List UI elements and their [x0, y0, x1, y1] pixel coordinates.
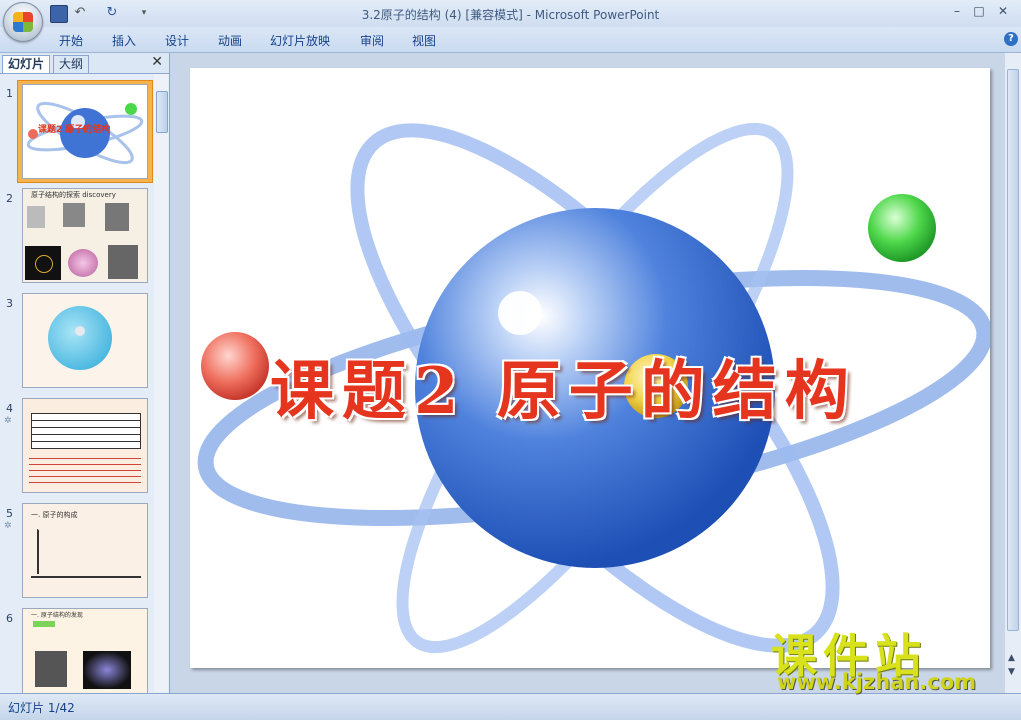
galaxy-image	[83, 651, 131, 689]
data-table-graphic	[31, 413, 141, 449]
plum-pudding-image	[68, 249, 98, 277]
tab-review[interactable]: 审阅	[360, 32, 384, 49]
slide-thumbnail-1[interactable]: 课题2 原子的结构	[22, 84, 148, 179]
tab-design[interactable]: 设计	[165, 32, 189, 49]
tab-slideshow[interactable]: 幻灯片放映	[270, 32, 330, 49]
office-logo-icon	[13, 12, 33, 32]
title-bar: ↶ ↻ ▾ 3.2原子的结构 (4) [兼容模式] - Microsoft Po…	[0, 0, 1021, 27]
close-button[interactable]: ✕	[992, 3, 1014, 19]
portrait-image	[35, 651, 67, 687]
text-lines-graphic	[31, 576, 141, 578]
tab-outline[interactable]: 大纲	[53, 55, 90, 73]
slide-number: 1	[6, 87, 13, 100]
slide-thumbnail-4[interactable]	[22, 398, 148, 493]
portrait-image	[27, 206, 45, 228]
tab-insert[interactable]: 插入	[112, 32, 136, 49]
diagram-graphic	[37, 529, 129, 574]
slide-number: 4	[6, 402, 13, 415]
watermark-url: www.kjzhan.com	[777, 670, 977, 694]
pane-scrollbar[interactable]	[154, 74, 168, 692]
tab-home[interactable]: 开始	[59, 32, 83, 49]
portrait-image	[108, 245, 138, 279]
minimize-button[interactable]: –	[946, 3, 968, 19]
thumbnail-caption: 一. 原子的构成	[31, 511, 78, 519]
portrait-image	[63, 203, 85, 227]
text-lines-graphic	[29, 453, 141, 487]
ribbon-tabs: 开始 插入 设计 动画 幻灯片放映 审阅 视图 ?	[0, 27, 1021, 53]
help-icon[interactable]: ?	[1004, 32, 1018, 46]
prev-slide-icon[interactable]: ▲	[1008, 653, 1015, 663]
maximize-button[interactable]: □	[968, 3, 990, 19]
next-slide-icon[interactable]: ▼	[1008, 667, 1015, 677]
slide-number: 6	[6, 612, 13, 625]
window-title: 3.2原子的结构 (4) [兼容模式] - Microsoft PowerPoi…	[361, 8, 660, 22]
pane-scrollbar-thumb[interactable]	[156, 91, 168, 133]
status-bar: 幻灯片 1/42	[0, 693, 1021, 720]
atom-model-image	[25, 246, 61, 280]
slide-number: 5	[6, 507, 13, 520]
editor-scrollbar-thumb[interactable]	[1007, 69, 1019, 631]
slide-canvas[interactable]: 课题2 原子的结构	[190, 68, 990, 668]
sphere-graphic	[48, 306, 112, 370]
slide-thumbnail-5[interactable]: 一. 原子的构成	[22, 503, 148, 598]
slide-counter: 幻灯片 1/42	[8, 701, 75, 715]
animation-star-icon: ✲	[4, 521, 12, 531]
slide-thumbnail-3[interactable]	[22, 293, 148, 388]
nucleus-graphic	[75, 326, 85, 336]
tab-animations[interactable]: 动画	[218, 32, 242, 49]
tab-view[interactable]: 视图	[412, 32, 436, 49]
thumbnail-caption: 原子结构的探索 discovery	[31, 191, 116, 199]
portrait-image	[105, 203, 129, 231]
office-button[interactable]	[3, 2, 43, 42]
thumbnail-caption: 一. 原子结构的发现	[31, 612, 83, 619]
slides-pane: 幻灯片 大纲 ✕ 1 课题2 原子的结构 2 原子结构的探索 discovery…	[0, 53, 170, 694]
slide-thumbnail-6[interactable]: 一. 原子结构的发现	[22, 608, 148, 694]
slide-title[interactable]: 课题2 原子的结构	[270, 340, 970, 432]
close-pane-icon[interactable]: ✕	[151, 54, 163, 70]
label-graphic	[33, 621, 55, 627]
pane-tabs: 幻灯片 大纲 ✕	[0, 53, 169, 74]
thumbnail-caption: 课题2 原子的结构	[38, 125, 111, 135]
slide-thumbnail-2[interactable]: 原子结构的探索 discovery	[22, 188, 148, 283]
editor-scrollbar[interactable]: ▲ ▼	[1005, 53, 1021, 693]
slide-number: 3	[6, 297, 13, 310]
animation-star-icon: ✲	[4, 416, 12, 426]
site-watermark: 课件站 www.kjzhan.com	[771, 620, 1006, 695]
tab-slides[interactable]: 幻灯片	[2, 55, 51, 73]
slide-number: 2	[6, 192, 13, 205]
